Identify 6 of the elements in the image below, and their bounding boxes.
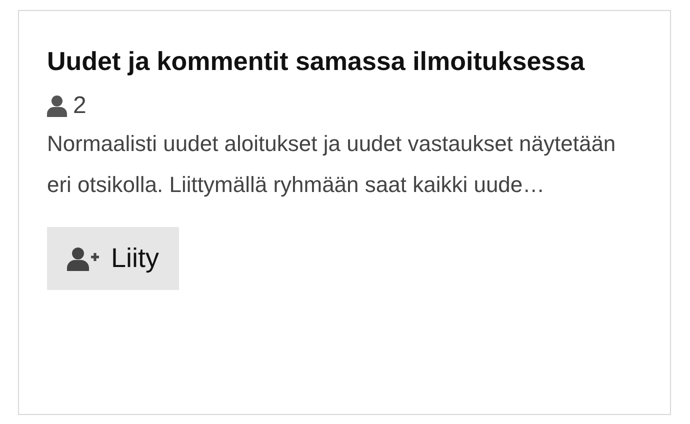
add-person-icon <box>67 246 99 270</box>
person-icon <box>47 95 67 117</box>
join-button[interactable]: Liity <box>47 227 180 290</box>
group-description: Normaalisti uudet aloitukset ja uudet vastaukset näytetään eri otsikolla. Liittymällä ryhmään saat kaikki uude… <box>47 130 617 199</box>
member-count: 2 <box>73 91 86 121</box>
card-title: Uudet ja kommentit samassa ilmoituksessa <box>47 45 586 78</box>
